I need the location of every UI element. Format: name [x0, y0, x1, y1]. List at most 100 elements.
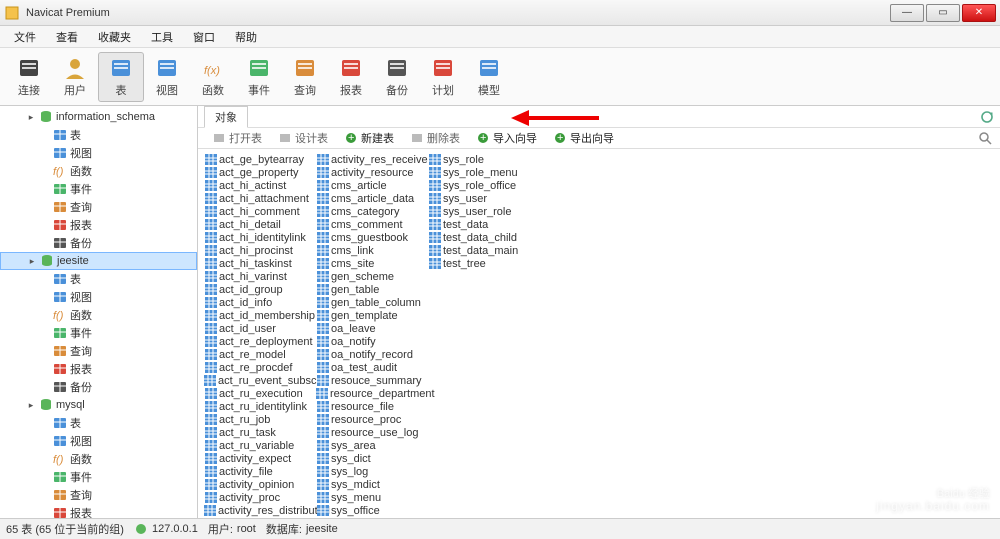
table-item[interactable]: sys_dict [316, 452, 428, 465]
toolbar-model[interactable]: 模型 [466, 52, 512, 102]
table-item[interactable]: cms_site [316, 257, 428, 270]
table-item[interactable]: resource_use_log [316, 426, 428, 439]
toolbar-connect[interactable]: 连接 [6, 52, 52, 102]
toolbar-view[interactable]: 视图 [144, 52, 190, 102]
table-item[interactable]: activity_opinion [204, 478, 316, 491]
table-item[interactable]: act_hi_detail [204, 218, 316, 231]
table-item[interactable]: test_tree [428, 257, 540, 270]
table-item[interactable]: sys_role [428, 153, 540, 166]
table-list[interactable]: act_ge_bytearrayact_ge_propertyact_hi_ac… [198, 149, 1000, 521]
object-tab[interactable]: 对象 [204, 106, 248, 128]
table-item[interactable]: act_hi_taskinst [204, 257, 316, 270]
table-item[interactable]: oa_test_audit [316, 361, 428, 374]
table-item[interactable]: test_data_child [428, 231, 540, 244]
table-item[interactable]: cms_link [316, 244, 428, 257]
tree-node-备份[interactable]: 备份 [0, 378, 197, 396]
tree-node-表[interactable]: 表 [0, 414, 197, 432]
table-item[interactable]: cms_article_data [316, 192, 428, 205]
table-item[interactable]: act_hi_varinst [204, 270, 316, 283]
tree-node-查询[interactable]: 查询 [0, 486, 197, 504]
table-item[interactable]: test_data [428, 218, 540, 231]
tree-node-查询[interactable]: 查询 [0, 342, 197, 360]
tree-node-函数[interactable]: f()函数 [0, 162, 197, 180]
tree-node-jeesite[interactable]: ▸jeesite [0, 252, 197, 270]
table-item[interactable]: sys_mdict [316, 478, 428, 491]
table-item[interactable]: act_hi_attachment [204, 192, 316, 205]
table-item[interactable]: sys_office [316, 504, 428, 517]
table-item[interactable]: cms_comment [316, 218, 428, 231]
tree-node-事件[interactable]: 事件 [0, 324, 197, 342]
expand-icon[interactable]: ▸ [26, 112, 36, 123]
tree-node-函数[interactable]: f()函数 [0, 450, 197, 468]
table-item[interactable]: cms_guestbook [316, 231, 428, 244]
menu-5[interactable]: 帮助 [225, 27, 267, 47]
table-item[interactable]: sys_role_menu [428, 166, 540, 179]
tree-node-报表[interactable]: 报表 [0, 360, 197, 378]
tree-node-报表[interactable]: 报表 [0, 504, 197, 518]
tree-node-视图[interactable]: 视图 [0, 144, 197, 162]
table-item[interactable]: act_re_procdef [204, 361, 316, 374]
table-item[interactable]: sys_menu [316, 491, 428, 504]
toolbar-function[interactable]: f(x)函数 [190, 52, 236, 102]
tree-node-视图[interactable]: 视图 [0, 288, 197, 306]
table-item[interactable]: resouce_summary [316, 374, 428, 387]
table-item[interactable]: resource_proc [316, 413, 428, 426]
table-item[interactable]: activity_proc [204, 491, 316, 504]
objbar-import-wizard[interactable]: +导入向导 [470, 128, 543, 148]
tree-node-视图[interactable]: 视图 [0, 432, 197, 450]
toolbar-event[interactable]: 事件 [236, 52, 282, 102]
table-item[interactable]: act_hi_procinst [204, 244, 316, 257]
table-item[interactable]: gen_table [316, 283, 428, 296]
table-item[interactable]: activity_res_receive [316, 153, 428, 166]
table-item[interactable]: act_id_membership [204, 309, 316, 322]
table-item[interactable]: act_id_info [204, 296, 316, 309]
table-item[interactable]: act_ru_variable [204, 439, 316, 452]
table-item[interactable]: test_data_main [428, 244, 540, 257]
table-item[interactable]: sys_user_role [428, 205, 540, 218]
table-item[interactable]: act_hi_comment [204, 205, 316, 218]
table-item[interactable]: activity_resource [316, 166, 428, 179]
menu-4[interactable]: 窗口 [183, 27, 225, 47]
tree-node-事件[interactable]: 事件 [0, 180, 197, 198]
table-item[interactable]: sys_role_office [428, 179, 540, 192]
table-item[interactable]: activity_res_distributed [204, 504, 316, 517]
tree-node-备份[interactable]: 备份 [0, 234, 197, 252]
menu-0[interactable]: 文件 [4, 27, 46, 47]
table-item[interactable]: act_ru_event_subscr [204, 374, 316, 387]
tree-node-函数[interactable]: f()函数 [0, 306, 197, 324]
tree-node-mysql[interactable]: ▸mysql [0, 396, 197, 414]
table-item[interactable]: act_ge_bytearray [204, 153, 316, 166]
table-item[interactable]: act_hi_identitylink [204, 231, 316, 244]
tree-node-报表[interactable]: 报表 [0, 216, 197, 234]
table-item[interactable]: gen_template [316, 309, 428, 322]
table-item[interactable]: act_re_model [204, 348, 316, 361]
refresh-icon[interactable] [980, 110, 994, 124]
table-item[interactable]: resource_file [316, 400, 428, 413]
maximize-button[interactable]: ▭ [926, 4, 960, 22]
minimize-button[interactable]: — [890, 4, 924, 22]
toolbar-table[interactable]: 表 [98, 52, 144, 102]
tree-node-表[interactable]: 表 [0, 126, 197, 144]
objbar-new-table[interactable]: +新建表 [338, 128, 400, 148]
table-item[interactable]: cms_article [316, 179, 428, 192]
table-item[interactable]: cms_category [316, 205, 428, 218]
expand-icon[interactable]: ▸ [27, 256, 37, 267]
table-item[interactable]: act_ru_task [204, 426, 316, 439]
table-item[interactable]: sys_area [316, 439, 428, 452]
table-item[interactable]: sys_log [316, 465, 428, 478]
table-item[interactable]: activity_file [204, 465, 316, 478]
table-item[interactable]: act_ge_property [204, 166, 316, 179]
table-item[interactable]: act_hi_actinst [204, 179, 316, 192]
toolbar-user[interactable]: 用户 [52, 52, 98, 102]
toolbar-report[interactable]: 报表 [328, 52, 374, 102]
menu-3[interactable]: 工具 [141, 27, 183, 47]
close-button[interactable]: ✕ [962, 4, 996, 22]
tree-node-表[interactable]: 表 [0, 270, 197, 288]
tree-node-information_schema[interactable]: ▸information_schema [0, 108, 197, 126]
table-item[interactable]: act_id_user [204, 322, 316, 335]
table-item[interactable]: resource_department [316, 387, 428, 400]
toolbar-schedule[interactable]: 计划 [420, 52, 466, 102]
db-tree[interactable]: ▸information_schema表视图f()函数事件查询报表备份▸jees… [0, 106, 198, 518]
table-item[interactable]: act_ru_identitylink [204, 400, 316, 413]
toolbar-backup[interactable]: 备份 [374, 52, 420, 102]
